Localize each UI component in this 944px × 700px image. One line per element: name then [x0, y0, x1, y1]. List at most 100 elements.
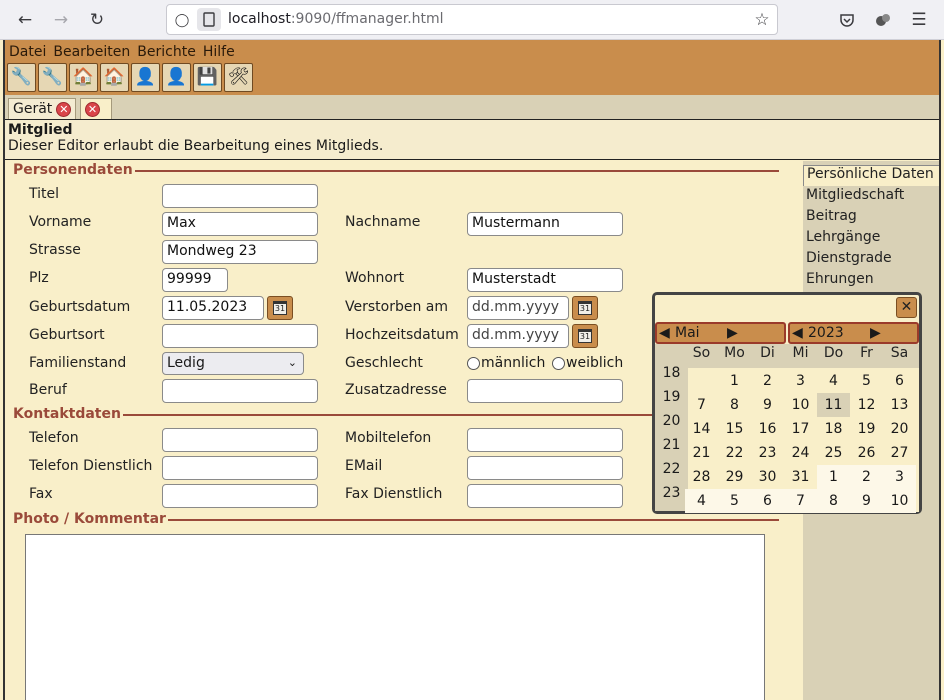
calendar-day[interactable]: 18 — [817, 417, 850, 441]
calendar-day[interactable]: 26 — [850, 441, 883, 465]
hochzeitsdatum-calendar-button[interactable]: 31 — [572, 324, 598, 348]
calendar-day[interactable]: 16 — [751, 417, 784, 441]
calendar-day[interactable]: 1 — [718, 369, 751, 393]
calendar-day[interactable]: 20 — [883, 417, 916, 441]
house-help-icon[interactable]: 🏠 — [69, 63, 98, 92]
save-icon[interactable]: 💾 — [193, 63, 222, 92]
shield-icon[interactable]: ◯ — [170, 8, 194, 32]
side-item-dienstgrade[interactable]: Dienstgrade — [806, 250, 892, 266]
calendar-day[interactable]: 30 — [751, 465, 784, 489]
calendar-day[interactable]: 8 — [817, 489, 850, 513]
calendar-day[interactable]: 31 — [784, 465, 817, 489]
tab-geraet[interactable]: Gerät ✕ — [8, 98, 77, 119]
geburtsort-field[interactable] — [162, 324, 318, 348]
email-field[interactable] — [467, 456, 623, 480]
person-icon[interactable]: 👤 — [162, 63, 191, 92]
calendar-day[interactable]: 9 — [850, 489, 883, 513]
reload-icon[interactable]: ↻ — [85, 8, 109, 32]
calendar-day[interactable]: 15 — [718, 417, 751, 441]
calendar-day[interactable]: 5 — [718, 489, 751, 513]
calendar-day[interactable]: 12 — [850, 393, 883, 417]
side-item-persoenliche-daten[interactable]: Persönliche Daten — [803, 165, 939, 186]
calendar-day[interactable]: 10 — [883, 489, 916, 513]
comment-textarea[interactable] — [25, 534, 765, 700]
calendar-day[interactable]: 2 — [850, 465, 883, 489]
calendar-day[interactable]: 28 — [685, 465, 718, 489]
familienstand-select[interactable]: Ledig ⌄ — [162, 352, 304, 375]
menu-hilfe[interactable]: Hilfe — [203, 44, 235, 60]
plz-field[interactable]: 99999 — [162, 268, 228, 292]
next-month-icon[interactable]: ▶ — [727, 325, 738, 341]
calendar-day[interactable]: 19 — [850, 417, 883, 441]
person-help-icon[interactable]: 👤 — [131, 63, 160, 92]
verstorben-field[interactable]: dd.mm.yyyy — [467, 296, 569, 320]
calendar-day[interactable]: 6 — [751, 489, 784, 513]
vorname-field[interactable]: Max — [162, 212, 318, 236]
nachname-field[interactable]: Mustermann — [467, 212, 623, 236]
mobiltelefon-field[interactable] — [467, 428, 623, 452]
gender-radio-male[interactable]: männlich — [467, 355, 545, 371]
bookmark-star-icon[interactable]: ☆ — [750, 8, 774, 32]
menu-bearbeiten[interactable]: Bearbeiten — [53, 44, 130, 60]
menu-datei[interactable]: Datei — [9, 44, 46, 60]
calendar-day[interactable]: 29 — [718, 465, 751, 489]
calendar-day[interactable]: 7 — [784, 489, 817, 513]
calendar-day[interactable]: 8 — [718, 393, 751, 417]
hochzeitsdatum-field[interactable]: dd.mm.yyyy — [467, 324, 569, 348]
tab-close-icon[interactable]: ✕ — [56, 101, 72, 117]
calendar-day[interactable]: 17 — [784, 417, 817, 441]
side-item-mitgliedschaft[interactable]: Mitgliedschaft — [806, 187, 904, 203]
tools-help-icon[interactable]: 🔧 — [7, 63, 36, 92]
side-item-lehrgaenge[interactable]: Lehrgänge — [806, 229, 880, 245]
calendar-day[interactable]: 27 — [883, 441, 916, 465]
fax-dienstlich-field[interactable] — [467, 484, 623, 508]
close-icon[interactable]: ✕ — [896, 297, 917, 318]
tab-close-icon[interactable]: ✕ — [85, 101, 100, 117]
side-item-ehrungen[interactable]: Ehrungen — [806, 271, 874, 287]
radio-button[interactable] — [467, 356, 480, 370]
tab-mitglied[interactable]: ✕ — [80, 98, 112, 119]
fax-field[interactable] — [162, 484, 318, 508]
wohnort-field[interactable]: Musterstadt — [467, 268, 623, 292]
hamburger-menu-icon[interactable]: ☰ — [907, 8, 931, 32]
calendar-day[interactable]: 21 — [685, 441, 718, 465]
tools-icon[interactable]: 🔧 — [38, 63, 67, 92]
calendar-day[interactable]: 3 — [784, 369, 817, 393]
extensions-icon[interactable] — [871, 8, 895, 32]
next-year-icon[interactable]: ▶ — [870, 325, 881, 341]
forward-arrow-icon[interactable]: → — [49, 8, 73, 32]
calendar-day[interactable]: 7 — [685, 393, 718, 417]
prev-year-icon[interactable]: ◀ — [792, 325, 803, 341]
geburtsdatum-field[interactable]: 11.05.2023 — [162, 296, 264, 320]
settings-tools-icon[interactable]: 🛠 — [224, 63, 253, 92]
zusatzadresse-field[interactable] — [467, 379, 623, 403]
calendar-day[interactable]: 14 — [685, 417, 718, 441]
calendar-day[interactable]: 13 — [883, 393, 916, 417]
calendar-day[interactable]: 2 — [751, 369, 784, 393]
pocket-icon[interactable] — [835, 8, 859, 32]
calendar-day[interactable]: 11 — [817, 393, 850, 417]
calendar-day[interactable]: 24 — [784, 441, 817, 465]
calendar-day[interactable]: 4 — [817, 369, 850, 393]
verstorben-calendar-button[interactable]: 31 — [572, 296, 598, 320]
telefon-field[interactable] — [162, 428, 318, 452]
radio-button[interactable] — [552, 356, 565, 370]
beruf-field[interactable] — [162, 379, 318, 403]
strasse-field[interactable]: Mondweg 23 — [162, 240, 318, 264]
prev-month-icon[interactable]: ◀ — [659, 325, 670, 341]
calendar-day[interactable]: 3 — [883, 465, 916, 489]
page-info-icon[interactable] — [197, 8, 221, 31]
house-icon[interactable]: 🏠 — [100, 63, 129, 92]
calendar-day[interactable]: 5 — [850, 369, 883, 393]
calendar-day[interactable]: 23 — [751, 441, 784, 465]
calendar-day[interactable]: 9 — [751, 393, 784, 417]
side-item-beitrag[interactable]: Beitrag — [806, 208, 857, 224]
geburtsdatum-calendar-button[interactable]: 31 — [267, 296, 293, 320]
calendar-day[interactable]: 22 — [718, 441, 751, 465]
telefon-dienstlich-field[interactable] — [162, 456, 318, 480]
back-arrow-icon[interactable]: ← — [13, 8, 37, 32]
calendar-day[interactable]: 4 — [685, 489, 718, 513]
calendar-day[interactable]: 25 — [817, 441, 850, 465]
titel-field[interactable] — [162, 184, 318, 208]
calendar-day[interactable]: 10 — [784, 393, 817, 417]
